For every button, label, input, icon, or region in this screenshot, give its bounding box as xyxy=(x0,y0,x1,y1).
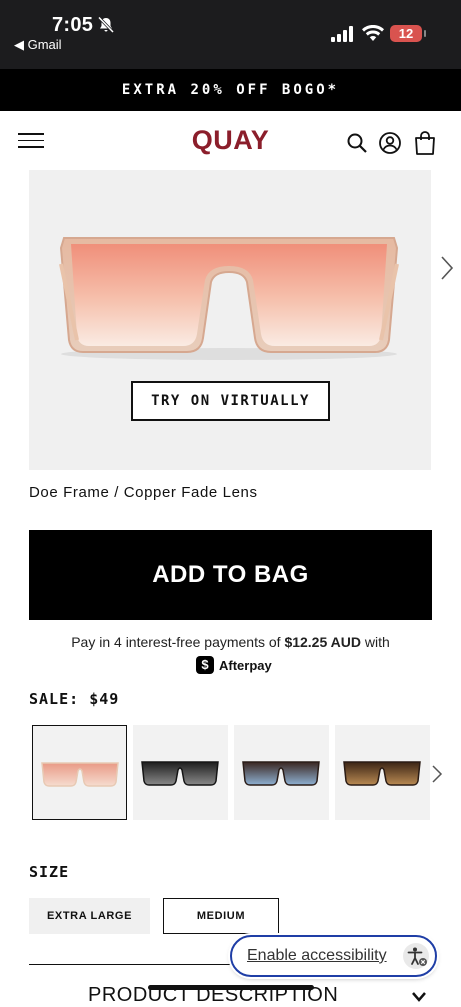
sunglasses-thumbnail-icon xyxy=(41,762,119,787)
promo-banner[interactable]: EXTRA 20% OFF BOGO* xyxy=(0,69,461,111)
back-to-gmail-link[interactable]: ◀ Gmail xyxy=(14,37,62,53)
afterpay-amount: $12.25 AUD xyxy=(284,634,361,650)
swatch-brown-fade[interactable] xyxy=(335,725,430,820)
accessibility-label: Enable accessibility xyxy=(247,947,387,964)
accessibility-icon xyxy=(403,943,429,969)
battery-indicator: 12 xyxy=(390,25,426,42)
afterpay-suffix: with xyxy=(364,634,390,650)
chevron-right-icon[interactable] xyxy=(431,764,443,784)
swatch-copper-fade[interactable] xyxy=(32,725,127,820)
dollar-icon: $ xyxy=(196,656,214,674)
swatch-black-fade[interactable] xyxy=(133,725,228,820)
afterpay-prefix: Pay in 4 interest-free payments of xyxy=(71,634,281,650)
account-icon[interactable] xyxy=(378,131,402,155)
swatch-brown-blue[interactable] xyxy=(234,725,329,820)
afterpay-brand: Afterpay xyxy=(219,657,272,673)
price-value: $49 xyxy=(89,690,120,708)
chevron-down-icon[interactable] xyxy=(411,992,427,1002)
sale-label: SALE: xyxy=(29,690,80,708)
afterpay-logo[interactable]: $ Afterpay xyxy=(196,655,272,675)
home-indicator xyxy=(148,985,314,990)
product-image[interactable]: TRY ON VIRTUALLY xyxy=(29,170,431,470)
chevron-right-icon[interactable] xyxy=(439,255,455,281)
size-label: SIZE xyxy=(29,863,70,881)
bell-muted-icon xyxy=(97,16,115,34)
sunglasses-thumbnail-icon xyxy=(343,761,421,786)
product-title: Doe Frame / Copper Fade Lens xyxy=(29,484,258,501)
try-on-virtually-button[interactable]: TRY ON VIRTUALLY xyxy=(131,381,330,421)
site-header: QUAY xyxy=(0,111,461,171)
enable-accessibility-button[interactable]: Enable accessibility xyxy=(230,935,437,977)
status-time: 7:05 xyxy=(52,14,94,36)
bag-icon[interactable] xyxy=(413,130,437,156)
size-option-extra-large[interactable]: EXTRA LARGE xyxy=(29,898,150,934)
sale-price: SALE: $49 xyxy=(29,690,119,708)
sunglasses-thumbnail-icon xyxy=(141,761,219,786)
afterpay-message: Pay in 4 interest-free payments of $12.2… xyxy=(0,634,461,650)
search-icon[interactable] xyxy=(345,131,369,155)
sunglasses-thumbnail-icon xyxy=(242,761,320,786)
size-option-medium[interactable]: MEDIUM xyxy=(163,898,279,934)
cellular-signal-icon xyxy=(331,26,353,42)
color-swatches xyxy=(32,725,436,821)
sunglasses-image xyxy=(59,237,399,360)
wifi-icon xyxy=(362,25,384,41)
status-bar: 7:05 ◀ Gmail 12 xyxy=(0,0,461,69)
add-to-bag-button[interactable]: ADD TO BAG xyxy=(29,530,432,620)
